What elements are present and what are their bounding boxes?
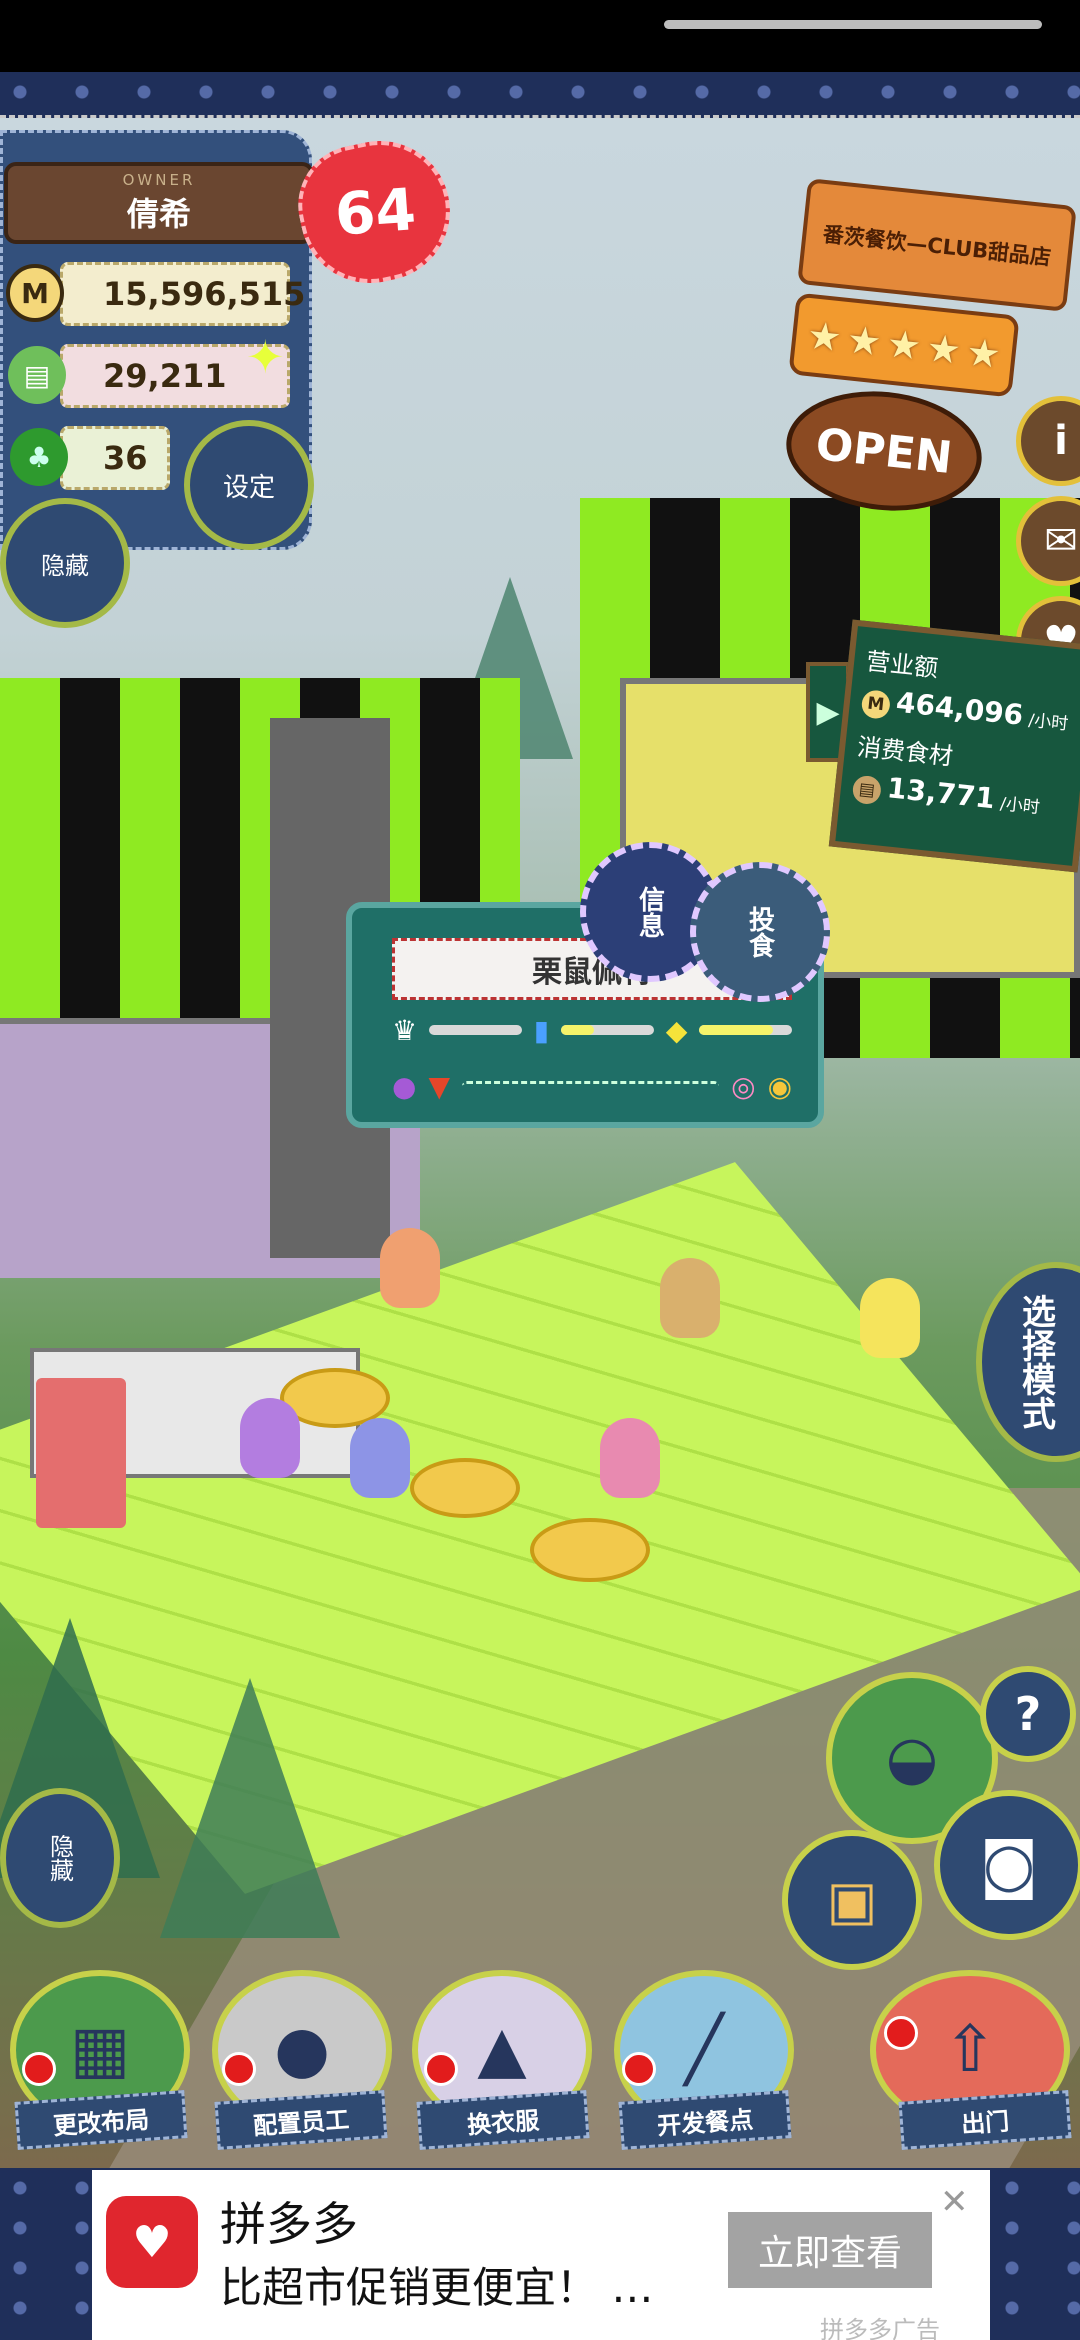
owner-plate: OWNER 倩希 [4, 162, 314, 244]
preference-bar [699, 1025, 792, 1035]
knife-icon: ╱ [684, 2013, 724, 2087]
lemon-icon: ◆ [665, 1013, 688, 1047]
ad-description: 比超市促销更便宜！ … [220, 2263, 654, 2312]
open-status-label: OPEN [813, 418, 955, 484]
foreground-tree [160, 1678, 340, 1938]
preference-fill [561, 1025, 594, 1035]
clover-icon: ♣ [10, 428, 68, 486]
camera-button[interactable]: ◙ [934, 1790, 1080, 1940]
customer-bear[interactable] [600, 1418, 660, 1498]
shirt-icon: ▲ [477, 2013, 527, 2087]
customer-bear[interactable] [240, 1398, 300, 1478]
staff-bear[interactable] [860, 1278, 920, 1358]
pinduoduo-logo-icon: ♥ [106, 2196, 198, 2288]
book-icon: ✉ [1044, 518, 1078, 564]
star-icon: ★ [884, 321, 924, 369]
star-icon: ★ [964, 329, 1003, 378]
ingredient-value: 29,211 [103, 357, 227, 395]
status-bar [0, 0, 1080, 72]
info-icon: i [1054, 418, 1068, 464]
table-icon: ▦ [69, 2013, 131, 2087]
owner-tag: OWNER [122, 171, 196, 189]
clover-counter: 36 [60, 426, 170, 490]
sparkle-icon: ✦ [246, 330, 285, 384]
basket-icon: ▤ [851, 774, 883, 806]
lollipop-icon: ◎ [731, 1069, 756, 1103]
camera-icon: ◙ [979, 1830, 1039, 1900]
clover-value: 36 [103, 439, 148, 477]
top-star-border [0, 72, 1080, 118]
cat-icon: ◉ [767, 1069, 792, 1103]
star-icon: ★ [805, 312, 844, 361]
notification-pin-icon [884, 2016, 918, 2050]
sales-unit: /小时 [1027, 710, 1070, 735]
select-mode-label: 选择模式 [1015, 1294, 1056, 1430]
staff-bear[interactable] [660, 1258, 720, 1338]
ad-banner[interactable]: ♥ 拼多多 比超市促销更便宜！ … 立即查看 ✕ 拼多多广告 [92, 2170, 990, 2340]
carrot-icon: ▼ [428, 1069, 450, 1103]
hide-menu-label: 隐藏 [45, 1834, 74, 1882]
feed-badge-button[interactable]: 投食 [690, 862, 830, 1002]
shop-name: 番茨餐饮—CLUB甜品店 [821, 222, 1053, 270]
settings-button[interactable]: 设定 [184, 420, 314, 550]
food-value: 13,771 [885, 771, 997, 816]
preference-bar [429, 1025, 522, 1035]
drink-icon: ▮ [533, 1013, 550, 1047]
sales-value: 464,096 [894, 685, 1025, 732]
info-badge-label: 信息 [634, 886, 665, 938]
preference-row: ♛ ▮ ◆ [392, 1010, 792, 1050]
food-unit: /小时 [999, 794, 1041, 819]
owner-name: 倩希 [126, 195, 191, 233]
album-icon: ▣ [826, 1868, 878, 1932]
chef-hat-icon: ♛ [392, 1013, 418, 1047]
coin-value: 15,596,515 [103, 275, 306, 313]
ad-close-icon[interactable]: ✕ [940, 2182, 969, 2222]
customer-bear[interactable] [380, 1228, 440, 1308]
hat-icon: ◒ [885, 1723, 939, 1793]
home-indicator [664, 20, 1042, 29]
star-icon: ★ [924, 325, 964, 373]
help-icon: ? [1014, 1687, 1042, 1741]
ad-title: 拼多多 [220, 2197, 358, 2251]
hide-panel-button[interactable]: 隐藏 [0, 498, 130, 628]
vegetable-basket-icon: ▤ [8, 346, 66, 404]
hide-menu-button[interactable]: 隐藏 [0, 1788, 120, 1928]
help-button[interactable]: ? [980, 1666, 1076, 1762]
dining-table[interactable] [530, 1518, 650, 1582]
notification-pin-icon [622, 2052, 656, 2086]
eggplant-icon: ● [392, 1069, 417, 1103]
ad-source-label: 拼多多广告 [820, 2316, 940, 2340]
preference-row: ● ▼ ◎ ◉ [392, 1066, 792, 1106]
notification-pin-icon [424, 2052, 458, 2086]
feed-badge-label: 投食 [744, 906, 775, 958]
star-icon: ★ [844, 317, 884, 365]
hide-label: 隐藏 [41, 551, 89, 580]
notification-pin-icon [222, 2052, 256, 2086]
dining-table[interactable] [410, 1458, 520, 1518]
preference-bar [461, 1081, 720, 1091]
refrigerator [36, 1378, 126, 1528]
preference-bar [561, 1025, 654, 1035]
level-value: 64 [332, 175, 418, 249]
bear-head-icon: ● [274, 2013, 330, 2087]
settings-label: 设定 [222, 472, 275, 503]
preference-fill [699, 1025, 774, 1035]
customer-bear[interactable] [350, 1418, 410, 1498]
ad-view-button[interactable]: 立即查看 [728, 2212, 932, 2288]
album-button[interactable]: ▣ [782, 1830, 922, 1970]
door-icon: ⇧ [943, 2013, 997, 2087]
revenue-board[interactable]: 营业额 M 464,096 /小时 消费食材 ▤ 13,771 /小时 [828, 619, 1080, 873]
coin-icon: M [6, 264, 64, 322]
notification-pin-icon [22, 2052, 56, 2086]
coin-icon: M [860, 689, 892, 720]
coin-counter: 15,596,515 [60, 262, 305, 326]
